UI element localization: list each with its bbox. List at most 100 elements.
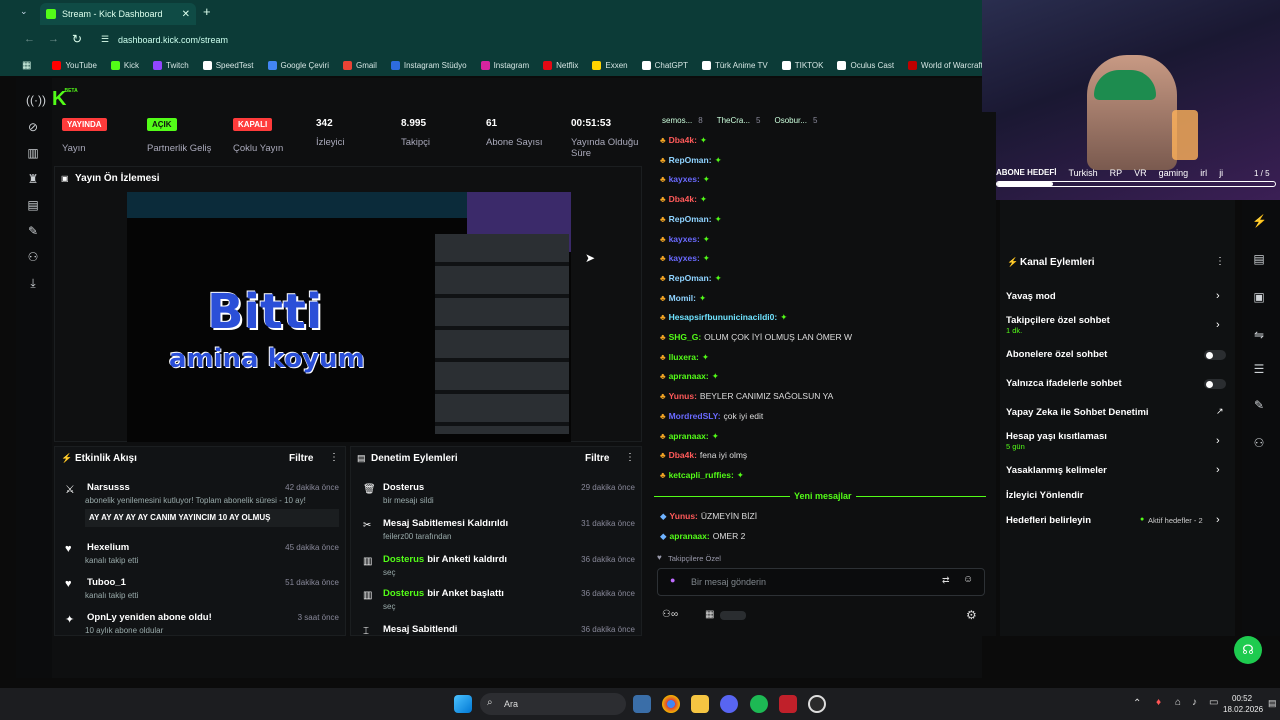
chat-username[interactable]: MordredSLY: [669, 411, 721, 421]
taskbar-search-box[interactable] [480, 693, 626, 715]
chat-username[interactable]: Momil: [669, 293, 696, 303]
url-field[interactable]: dashboard.kick.com/stream [118, 35, 228, 45]
record-app-icon[interactable] [779, 695, 797, 713]
chat-username[interactable]: kayxes: [669, 174, 700, 184]
chat-username[interactable]: RepOman: [669, 214, 712, 224]
notes-icon[interactable]: ▤ [1252, 252, 1266, 266]
spotify-icon[interactable] [750, 695, 768, 713]
calendar-icon[interactable]: ▦ [705, 609, 714, 620]
share-icon[interactable]: ⚇ [1252, 436, 1266, 450]
bookmark-item[interactable]: Twitch [146, 60, 196, 70]
channel-action-item[interactable]: Abonelere özel sohbet [1006, 349, 1107, 360]
bookmark-item[interactable]: Exxen [585, 60, 634, 70]
tools-icon[interactable]: ✎ [1252, 398, 1266, 412]
tab-list-icon[interactable]: ⌄ [20, 6, 36, 20]
activity-event[interactable]: ♥ Hexelium kanalı takip etti 45 dakika önce [55, 541, 347, 575]
bookmark-item[interactable]: Instagram Stüdyo [384, 60, 474, 70]
preview-video[interactable]: Bitti amina koyum [127, 192, 571, 442]
bookmark-item[interactable]: Gmail [336, 60, 384, 70]
chat-message[interactable]: ♣ RepOman: ✦ [660, 273, 722, 284]
download-icon[interactable]: ⤓ [26, 276, 40, 290]
chat-message[interactable]: ♣ Dba4k: ✦ [660, 135, 707, 146]
back-icon[interactable]: ← [24, 33, 35, 45]
kick-logo[interactable]: KBETA [52, 88, 78, 111]
chat-message[interactable]: ♣ kayxes: ✦ [660, 253, 710, 264]
stat-badge[interactable]: YAYINDA [62, 118, 107, 131]
channel-action-item[interactable]: Hesap yaşı kısıtlaması 5 gün [1006, 431, 1107, 451]
clock-time[interactable]: 00:52 [1232, 694, 1252, 703]
chat-message[interactable]: ♣ ketcapli_ruffies: ✦ [660, 470, 744, 481]
file-explorer-icon[interactable] [691, 695, 709, 713]
activity-event[interactable]: ⚔ Narsusss abonelik yenilemesini kutluyor!… [55, 481, 347, 527]
bookmark-item[interactable]: YouTube [45, 60, 103, 70]
chat-message[interactable]: ♣ MordredSLY: çok iyi edit [660, 411, 763, 421]
moderation-menu-icon[interactable]: ⋮ [625, 452, 635, 463]
chat-username[interactable]: kayxes: [669, 253, 700, 263]
chat-username[interactable]: RepOman: [669, 155, 712, 165]
chat-username[interactable]: Dba4k: [669, 135, 697, 145]
chat-username[interactable]: ketcapli_ruffies: [669, 470, 734, 480]
toggle-switch[interactable] [1204, 350, 1226, 360]
live-icon[interactable]: ((·)) [26, 93, 46, 107]
new-tab-icon[interactable]: + [203, 4, 211, 19]
bookmark-item[interactable]: Kick [104, 60, 146, 70]
chat-message[interactable]: ♣ RepOman: ✦ [660, 214, 722, 225]
close-tab-icon[interactable]: ✕ [182, 9, 190, 20]
chat-message[interactable]: ♣ Momil: ✦ [660, 293, 706, 304]
bookmark-item[interactable]: ChatGPT [635, 60, 695, 70]
pinned-user[interactable]: Osobur... [774, 116, 806, 125]
chat-message[interactable]: ♣ apranaax: ✦ [660, 431, 719, 442]
chat-username[interactable]: Hesapsirfbununicinacildi0: [669, 312, 778, 322]
trophy-icon[interactable]: ♜ [26, 172, 40, 186]
stat-badge[interactable]: KAPALI [233, 118, 273, 131]
reload-icon[interactable]: ↻ [72, 32, 82, 46]
chat-message[interactable]: ♣ Hesapsirfbununicinacildi0: ✦ [660, 312, 787, 323]
slider-icon[interactable]: ⇋ [1252, 328, 1266, 342]
site-info-icon[interactable]: ☰ [101, 34, 109, 45]
chat-message[interactable]: ◆ apranaax: OMER 2 [660, 531, 745, 542]
chat-message[interactable]: ♣ apranaax: ✦ [660, 371, 719, 382]
stat-badge[interactable]: AÇIK [147, 118, 177, 131]
task-view-icon[interactable] [633, 695, 651, 713]
users-icon[interactable]: ⚇ [26, 250, 40, 264]
link-icon[interactable]: ⊘ [26, 120, 40, 134]
channel-action-item[interactable]: Takipçilere özel sohbet 1 dk. [1006, 315, 1110, 335]
moderation-filter-button[interactable]: Filtre [585, 453, 609, 464]
moderation-action[interactable]: 🗑 Dosterus bir mesajı sildi 29 dakika önce [351, 481, 643, 513]
chat-message[interactable]: ♣ kayxes: ✦ [660, 174, 710, 185]
chat-message[interactable]: ♣ Dba4k: ✦ [660, 194, 707, 205]
chat-username[interactable]: apranaax: [670, 531, 710, 541]
chevron-right-icon[interactable]: › [1216, 290, 1220, 302]
new-messages-label[interactable]: Yeni mesajlar [790, 491, 856, 501]
bookmark-item[interactable]: TIKTOK [775, 60, 831, 70]
chat-bubble-icon[interactable]: ▣ [1252, 290, 1266, 304]
chat-username[interactable]: SHG_G: [669, 332, 702, 342]
chat-settings-icon[interactable]: ⚙ [966, 608, 977, 622]
volume-icon[interactable]: ♪ [1192, 697, 1197, 708]
chat-username[interactable]: Dba4k: [669, 450, 697, 460]
bookmark-item[interactable]: World of Warcraft R... [901, 60, 982, 70]
bookmark-item[interactable]: SpeedTest [196, 60, 261, 70]
moderation-action[interactable]: ⌶ Mesaj Sabitlendi 36 dakika önce [351, 623, 643, 655]
chat-message[interactable]: ♣ Dba4k: fena iyi olmş [660, 450, 747, 460]
pinned-user[interactable]: TheCra... [717, 116, 750, 125]
bookmark-item[interactable]: Google Çeviri [261, 60, 336, 70]
emote-icon[interactable]: ☺ [963, 574, 973, 585]
moderation-action[interactable]: ▥ Dosterus bir Anketi kaldırdı seç 36 dakika… [351, 553, 643, 585]
pinned-user[interactable]: semos... [662, 116, 692, 125]
chat-message[interactable]: ♣ lluxera: ✦ [660, 352, 709, 363]
list-icon[interactable]: ☰ [1252, 362, 1266, 376]
chat-username[interactable]: lluxera: [669, 352, 699, 362]
channel-action-item[interactable]: Yalnızca ifadelerle sohbet [1006, 378, 1122, 389]
chat-input-field[interactable]: Bir mesaj gönderin [691, 577, 766, 587]
channel-action-item[interactable]: Yapay Zeka ile Sohbet Denetimi [1006, 407, 1149, 418]
translate-icon[interactable]: ⇄ [942, 575, 950, 586]
chat-username[interactable]: Yunus: [669, 391, 697, 401]
notification-icon[interactable]: ▤ [1268, 698, 1277, 709]
channel-action-item[interactable]: Yavaş mod [1006, 291, 1056, 302]
channel-actions-menu-icon[interactable]: ⋮ [1215, 256, 1225, 267]
channel-action-item[interactable]: Hedefleri belirleyin [1006, 515, 1091, 526]
bookmark-item[interactable]: Netflix [536, 60, 585, 70]
chat-username[interactable]: apranaax: [669, 371, 709, 381]
analytics-icon[interactable]: ▥ [26, 146, 40, 160]
